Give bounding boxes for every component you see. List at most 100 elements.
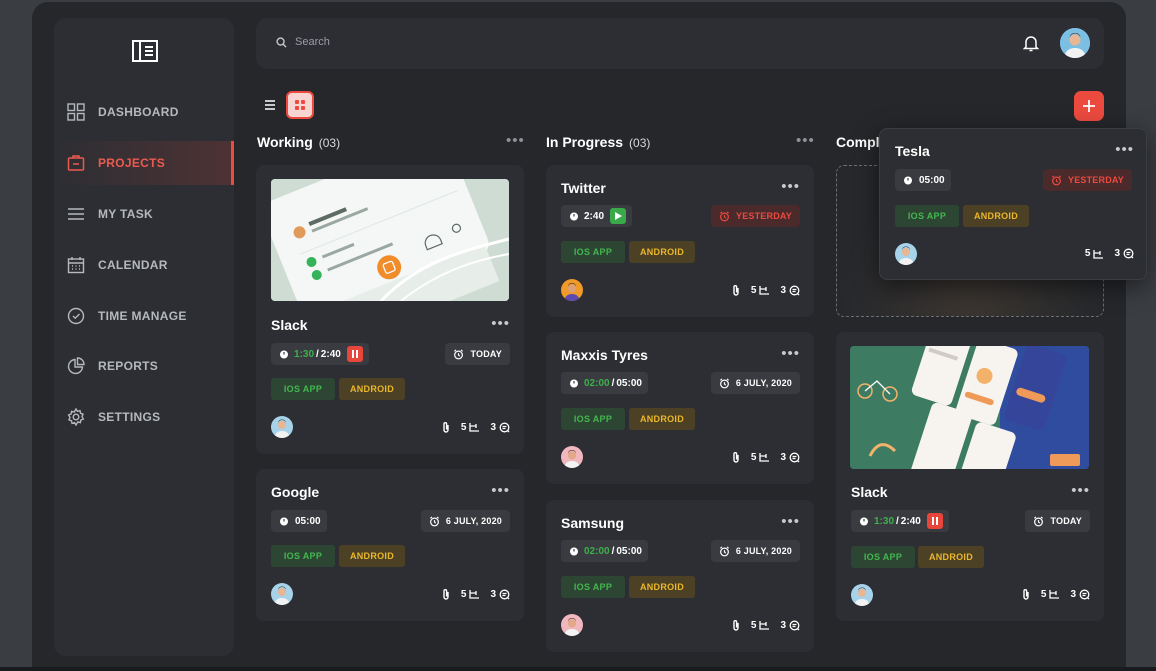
timer-total: 05:00 xyxy=(616,545,642,557)
tag-ios-app[interactable]: IOS APP xyxy=(561,241,625,263)
tag-android[interactable]: ANDROID xyxy=(629,241,695,263)
tag-ios-app[interactable]: IOS APP xyxy=(851,546,915,568)
alarm-icon xyxy=(1034,515,1044,526)
assignee-avatar[interactable] xyxy=(851,584,873,606)
tag-ios-app[interactable]: IOS APP xyxy=(271,545,335,567)
attachment-icon[interactable] xyxy=(441,588,451,600)
add-project-button[interactable] xyxy=(1074,91,1104,121)
user-avatar[interactable] xyxy=(1060,28,1090,58)
tag-android[interactable]: ANDROID xyxy=(629,576,695,598)
sidebar-item-settings[interactable]: SETTINGS xyxy=(54,395,234,439)
sidebar: DASHBOARD PROJECTS MY TASK CALENDAR TIME… xyxy=(54,18,234,656)
card-title: Slack xyxy=(851,484,888,500)
attachment-icon[interactable] xyxy=(731,619,741,631)
comment-icon xyxy=(789,452,800,462)
task-card-slack[interactable]: Slack ••• 1:30/2:40 TODAY IOS APP ANDROI… xyxy=(836,332,1104,621)
play-icon[interactable] xyxy=(610,208,627,224)
sidebar-item-projects[interactable]: PROJECTS xyxy=(54,141,234,185)
task-card-google[interactable]: Google ••• 05:00 6 JULY, 2020 IOS APP AN… xyxy=(256,469,524,621)
assignee-avatar[interactable] xyxy=(895,243,917,265)
sidebar-item-time-manage[interactable]: TIME MANAGE xyxy=(54,294,234,338)
card-menu-icon[interactable]: ••• xyxy=(781,513,800,530)
attachment-icon[interactable] xyxy=(1021,588,1031,600)
search-bar[interactable]: Search xyxy=(276,36,330,48)
task-card-slack[interactable]: Slack ••• 1:30/2:40 TODAY IOS APP ANDROI… xyxy=(256,165,524,454)
comment-count: 3 xyxy=(1070,588,1076,600)
bell-icon[interactable] xyxy=(1022,34,1040,52)
sidebar-item-label: CALENDAR xyxy=(98,258,168,272)
stopwatch-icon xyxy=(860,517,868,526)
card-meta: 5 3 xyxy=(731,284,800,296)
comment-icon xyxy=(789,285,800,295)
card-meta: 5 3 xyxy=(731,451,800,463)
timer-badge[interactable]: 05:00 xyxy=(271,510,327,532)
sidebar-item-reports[interactable]: REPORTS xyxy=(54,344,234,388)
timer-badge[interactable]: 02:00/05:00 xyxy=(561,540,648,562)
list-view-button[interactable] xyxy=(256,91,284,119)
due-date-text: YESTERDAY xyxy=(1068,175,1124,185)
assignee-avatar[interactable] xyxy=(561,279,583,301)
card-menu-icon[interactable]: ••• xyxy=(491,482,510,499)
subtask-icon xyxy=(759,621,770,630)
assignee-avatar[interactable] xyxy=(271,416,293,438)
pause-icon[interactable] xyxy=(346,346,363,362)
sidebar-item-label: REPORTS xyxy=(98,359,159,373)
tag-android[interactable]: ANDROID xyxy=(918,546,984,568)
tag-android[interactable]: ANDROID xyxy=(339,545,405,567)
card-menu-icon[interactable]: ••• xyxy=(781,178,800,195)
card-menu-icon[interactable]: ••• xyxy=(1071,482,1090,499)
assignee-avatar[interactable] xyxy=(561,614,583,636)
sidebar-item-label: SETTINGS xyxy=(98,410,161,424)
comment-count: 3 xyxy=(780,284,786,296)
card-menu-icon[interactable]: ••• xyxy=(781,345,800,362)
tag-ios-app[interactable]: IOS APP xyxy=(271,378,335,400)
tag-ios-app[interactable]: IOS APP xyxy=(895,205,959,227)
stopwatch-icon xyxy=(280,517,288,526)
timer-badge[interactable]: 1:30/2:40 xyxy=(271,343,369,365)
column-header-working: Working (03) xyxy=(257,134,340,150)
comment-icon xyxy=(1079,589,1090,599)
pause-icon[interactable] xyxy=(926,513,943,529)
task-card-twitter[interactable]: Twitter ••• 2:40 YESTERDAY IOS APP ANDRO… xyxy=(546,165,814,317)
timer-badge[interactable]: 2:40 xyxy=(561,205,633,227)
app-logo[interactable] xyxy=(132,40,158,62)
stopwatch-icon xyxy=(570,547,578,556)
task-card-maxxis-tyres[interactable]: Maxxis Tyres ••• 02:00/05:00 6 JULY, 202… xyxy=(546,332,814,484)
subtask-count: 5 xyxy=(460,588,467,600)
attachment-icon[interactable] xyxy=(731,451,741,463)
comment-icon xyxy=(789,620,800,630)
top-bar: Search xyxy=(256,18,1104,69)
attachment-icon[interactable] xyxy=(441,421,451,433)
task-card-samsung[interactable]: Samsung ••• 02:00/05:00 6 JULY, 2020 IOS… xyxy=(546,500,814,652)
assignee-avatar[interactable] xyxy=(271,583,293,605)
timer-badge[interactable]: 1:30/2:40 xyxy=(851,510,949,532)
card-meta: 5 3 xyxy=(441,421,510,433)
tag-android[interactable]: ANDROID xyxy=(963,205,1029,227)
search-input[interactable]: Search xyxy=(295,36,330,48)
tag-android[interactable]: ANDROID xyxy=(339,378,405,400)
column-menu-icon[interactable]: ••• xyxy=(506,132,525,149)
sidebar-item-label: TIME MANAGE xyxy=(98,309,187,323)
tag-ios-app[interactable]: IOS APP xyxy=(561,408,625,430)
card-title: Samsung xyxy=(561,515,625,531)
column-menu-icon[interactable]: ••• xyxy=(796,132,815,149)
column-count: (03) xyxy=(629,136,651,150)
due-date-badge: 6 JULY, 2020 xyxy=(710,372,800,394)
timer-text: 05:00 xyxy=(295,515,321,527)
tag-android[interactable]: ANDROID xyxy=(629,408,695,430)
card-menu-icon[interactable]: ••• xyxy=(1115,141,1134,158)
timer-badge[interactable]: 02:00/05:00 xyxy=(561,372,648,394)
sidebar-item-dashboard[interactable]: DASHBOARD xyxy=(54,90,234,134)
sidebar-item-calendar[interactable]: CALENDAR xyxy=(54,243,234,287)
card-menu-icon[interactable]: ••• xyxy=(491,315,510,332)
calendar-icon xyxy=(66,255,86,275)
timer-badge[interactable]: 05:00 xyxy=(895,169,951,191)
sidebar-item-my-task[interactable]: MY TASK xyxy=(54,192,234,236)
attachment-icon[interactable] xyxy=(731,284,741,296)
tag-ios-app[interactable]: IOS APP xyxy=(561,576,625,598)
grid-view-button[interactable] xyxy=(286,91,314,119)
subtask-count: 5 xyxy=(750,451,757,463)
column-header-completed: Compl xyxy=(836,134,880,150)
assignee-avatar[interactable] xyxy=(561,446,583,468)
task-card-tesla-dragging[interactable]: Tesla ••• 05:00 YESTERDAY IOS APP ANDROI… xyxy=(879,128,1147,280)
